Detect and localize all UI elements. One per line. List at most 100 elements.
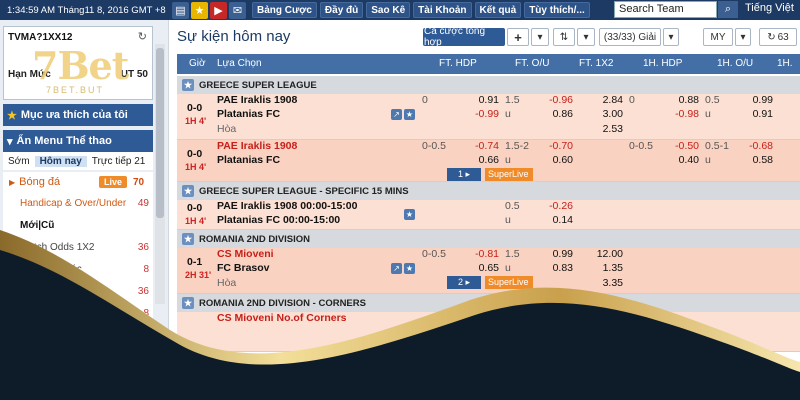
league-header[interactable]: ★ GREECE SUPER LEAGUE bbox=[177, 76, 800, 94]
market-label: Handicap & Over/Under bbox=[20, 197, 127, 209]
market-label: Match Odds 1X2 bbox=[20, 241, 95, 253]
full-button[interactable]: Đầy đủ bbox=[319, 2, 364, 18]
left-scrollbar[interactable] bbox=[155, 44, 165, 304]
star-icon[interactable]: ★ bbox=[182, 297, 194, 309]
league-header[interactable]: ★ GREECE SUPER LEAGUE - SPECIFIC 15 MINS bbox=[177, 182, 800, 200]
main-panel: Sự kiện hôm nay Cả cược tổng hợp + ▾ ⇅ ▾… bbox=[169, 20, 800, 400]
odds-cell[interactable]: 2.84 bbox=[577, 94, 623, 106]
odds-cell[interactable]: 2.53 bbox=[577, 123, 623, 135]
col-1h-hdp: 1H. HDP bbox=[643, 58, 683, 69]
odds-cell[interactable]: 12.00 bbox=[577, 248, 623, 260]
odds-cell[interactable]: 0.88 bbox=[649, 94, 699, 106]
odds-cell[interactable]: 0.83 bbox=[527, 262, 573, 274]
add-icon[interactable]: + bbox=[507, 28, 529, 46]
odds-cell[interactable]: -0.98 bbox=[649, 108, 699, 120]
star-icon: ★ bbox=[7, 109, 17, 122]
star-icon[interactable]: ★ bbox=[182, 79, 194, 91]
statement-button[interactable]: Sao Kê bbox=[366, 2, 411, 18]
refresh-button[interactable]: ↻ 63 bbox=[759, 28, 797, 46]
stats-icon[interactable]: ↗ bbox=[391, 263, 402, 274]
search-icon[interactable]: ⌕ bbox=[718, 1, 738, 18]
star-icon[interactable]: ★ bbox=[404, 109, 415, 120]
more-bets-button[interactable]: 1 ▸ bbox=[447, 168, 481, 181]
account-button[interactable]: Tài Khoản bbox=[413, 2, 472, 18]
odds-cell[interactable]: 0.91 bbox=[727, 108, 773, 120]
star-icon[interactable]: ★ bbox=[404, 263, 415, 274]
ou-under-label: u bbox=[505, 262, 511, 274]
star-icon[interactable]: ★ bbox=[404, 209, 415, 220]
odds-cell[interactable]: 3.00 bbox=[577, 108, 623, 120]
odds-cell[interactable]: 1.35 bbox=[577, 262, 623, 274]
odds-cell[interactable]: 0.66 bbox=[447, 154, 499, 166]
odds-cell[interactable]: 3.35 bbox=[577, 277, 623, 289]
odds-cell[interactable]: 0.14 bbox=[527, 214, 573, 226]
league-count[interactable]: (33/33) Giải bbox=[599, 28, 661, 46]
tab-live[interactable]: Trực tiếp 21 bbox=[87, 156, 151, 167]
search-input[interactable]: Search Team bbox=[614, 1, 717, 18]
chevron-down-icon[interactable]: ▾ bbox=[735, 28, 751, 46]
tab-today[interactable]: Hôm nay bbox=[34, 155, 87, 167]
table-row: 0-0 1H 4' PAE Iraklis 1908 00:00-15:00 P… bbox=[177, 200, 800, 230]
odds-cell[interactable]: -0.26 bbox=[527, 200, 573, 212]
refresh-icon[interactable]: ↻ bbox=[138, 30, 147, 43]
language-selector[interactable]: Tiếng Việt bbox=[745, 2, 794, 14]
top-bar: 1:34:59 AM Tháng11 8, 2016 GMT +8 ▤ ★ ▶ … bbox=[0, 0, 800, 20]
odds-cell[interactable]: 0.86 bbox=[527, 312, 573, 324]
star-icon[interactable]: ★ bbox=[191, 1, 208, 19]
list-item[interactable]: Số Chính Xác 8 bbox=[3, 258, 153, 280]
superlive-button[interactable]: SuperLive bbox=[485, 276, 533, 289]
superlive-button[interactable]: SuperLive bbox=[485, 168, 533, 181]
favorites-header[interactable]: ★ Mục ưa thích của tôi bbox=[3, 104, 153, 126]
star-icon[interactable]: ★ bbox=[182, 233, 194, 245]
odds-cell[interactable]: -0.99 bbox=[447, 108, 499, 120]
odds-cell[interactable]: -0.74 bbox=[447, 140, 499, 152]
odds-cell[interactable]: - bbox=[527, 326, 574, 338]
league-header[interactable]: ★ ROMANIA 2ND DIVISION bbox=[177, 230, 800, 248]
odds-cell[interactable]: 0.99 bbox=[727, 94, 773, 106]
col-ft-hdp: FT. HDP bbox=[439, 58, 477, 69]
play-icon[interactable]: ▶ bbox=[210, 1, 227, 19]
list-item[interactable]: 36 bbox=[3, 280, 153, 302]
odds-cell[interactable]: -0.70 bbox=[527, 140, 573, 152]
chevron-down-icon[interactable]: ▾ bbox=[531, 28, 549, 46]
odds-cell[interactable]: -0.68 bbox=[727, 140, 773, 152]
results-button[interactable]: Kết quả bbox=[474, 2, 522, 18]
brand-logo-sub: 7BET.BUT bbox=[46, 85, 105, 95]
odds-cell[interactable]: -0.81 bbox=[447, 248, 499, 260]
odds-cell[interactable]: -0.96 bbox=[527, 94, 573, 106]
chevron-down-icon[interactable]: ▾ bbox=[663, 28, 679, 46]
star-icon[interactable]: ★ bbox=[182, 185, 194, 197]
preferences-button[interactable]: Tùy thích/... bbox=[524, 2, 590, 18]
odds-cell[interactable]: 0.91 bbox=[447, 94, 499, 106]
all-bets-button[interactable]: Cả cược tổng hợp bbox=[423, 26, 505, 48]
sport-football[interactable]: ▶ Bóng đá Live 70 bbox=[3, 172, 153, 192]
list-item[interactable]: Match Odds 1X2 36 bbox=[3, 236, 153, 258]
odds-cell[interactable]: -0.50 bbox=[649, 140, 699, 152]
chevron-down-icon[interactable]: ▾ bbox=[577, 28, 595, 46]
odds-cell[interactable]: 0.60 bbox=[527, 154, 573, 166]
ft-ou-line: 1.5-2 bbox=[505, 140, 529, 152]
odds-cell[interactable]: 0.65 bbox=[447, 262, 499, 274]
match-time: 2H 31' bbox=[185, 270, 212, 280]
odds-cell[interactable]: 0.86 bbox=[527, 108, 573, 120]
league-header[interactable]: ★ ROMANIA 2ND DIVISION - CORNERS bbox=[177, 294, 800, 312]
odds-cell[interactable]: 0.58 bbox=[727, 154, 773, 166]
bet-list-button[interactable]: Bảng Cược bbox=[252, 2, 317, 18]
list-item[interactable]: 8 bbox=[3, 302, 153, 324]
list-item[interactable]: Handicap & Over/Under 49 bbox=[3, 192, 153, 214]
odds-type-select[interactable]: MY bbox=[703, 28, 733, 46]
scrollbar-thumb[interactable] bbox=[156, 48, 164, 218]
odds-cell[interactable]: 0.40 bbox=[649, 154, 699, 166]
print-icon[interactable]: ▤ bbox=[172, 1, 189, 19]
sort-icon[interactable]: ⇅ bbox=[553, 28, 575, 46]
mail-icon[interactable]: ✉ bbox=[229, 1, 246, 19]
odds-cell[interactable]: 0.99 bbox=[527, 248, 573, 260]
sports-menu-header[interactable]: ▾ Ẩn Menu Thể thao bbox=[3, 130, 153, 152]
more-bets-button[interactable]: 2 ▸ bbox=[447, 276, 481, 289]
tab-early[interactable]: Sớm bbox=[3, 156, 35, 167]
market-count: 8 bbox=[143, 263, 149, 275]
match-time: 1H 4' bbox=[185, 162, 207, 172]
ft-ou-line: 1.5 bbox=[505, 248, 520, 260]
stats-icon[interactable]: ↗ bbox=[391, 109, 402, 120]
list-item[interactable]: Mới|Cũ bbox=[3, 214, 153, 236]
